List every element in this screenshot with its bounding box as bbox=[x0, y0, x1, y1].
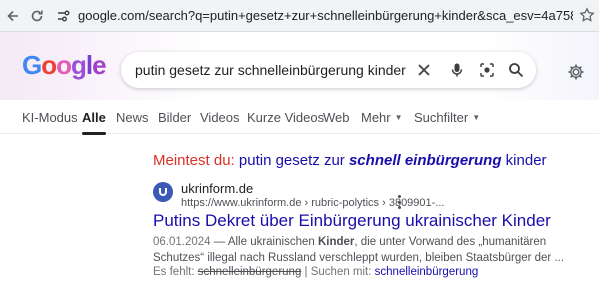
tab-news[interactable]: News bbox=[116, 110, 149, 125]
gear-icon[interactable] bbox=[566, 62, 586, 82]
search-tabs: KI-Modus Alle News Bilder Videos Kurze V… bbox=[0, 100, 599, 135]
search-box[interactable]: putin gesetz zur schnelleinbürgerung kin… bbox=[121, 52, 536, 88]
search-header: Google putin gesetz zur schnelleinbürger… bbox=[0, 32, 599, 100]
close-icon[interactable] bbox=[415, 61, 433, 79]
search-icon[interactable] bbox=[507, 61, 525, 79]
search-input[interactable]: putin gesetz zur schnelleinbürgerung kin… bbox=[135, 62, 406, 78]
result-site-name[interactable]: ukrinform.de bbox=[181, 181, 253, 196]
microphone-icon[interactable] bbox=[448, 61, 466, 79]
must-include-label: | Suchen mit: bbox=[304, 266, 372, 278]
google-logo[interactable]: Google bbox=[22, 50, 107, 81]
tab-web[interactable]: Web bbox=[323, 110, 350, 125]
missing-term: schnelleinbürgerung bbox=[197, 266, 302, 278]
must-include-link[interactable]: schnelleinbürgerung bbox=[375, 266, 479, 278]
result-snippet: 06.01.2024 — Alle ukrainischen Kinder, d… bbox=[153, 236, 565, 264]
tab-mehr[interactable]: Mehr ▼ bbox=[361, 110, 403, 125]
missing-terms: Es fehlt: schnelleinbürgerung | Suchen m… bbox=[153, 266, 478, 278]
tab-alle[interactable]: Alle bbox=[82, 110, 106, 135]
url-field[interactable]: google.com/search?q=putin+gesetz+zur+sch… bbox=[78, 8, 573, 23]
tab-mehr-label: Mehr bbox=[361, 110, 391, 125]
back-arrow-icon[interactable] bbox=[4, 7, 22, 25]
caret-down-icon: ▼ bbox=[472, 113, 481, 122]
suggestion-correction: schnell einbürgerung bbox=[348, 152, 502, 169]
suggestion-part-1: putin gesetz zur bbox=[238, 152, 345, 169]
tab-videos[interactable]: Videos bbox=[200, 110, 240, 125]
more-options-icon[interactable] bbox=[393, 195, 405, 209]
result-title-link[interactable]: Putins Dekret über Einbürgerung ukrainis… bbox=[153, 211, 551, 231]
site-favicon[interactable] bbox=[153, 182, 173, 202]
tab-bilder[interactable]: Bilder bbox=[158, 110, 191, 125]
browser-address-bar: google.com/search?q=putin+gesetz+zur+sch… bbox=[0, 0, 599, 32]
reload-icon[interactable] bbox=[28, 7, 46, 25]
spelling-label: Meintest du: bbox=[153, 152, 235, 169]
result-date: 06.01.2024 bbox=[153, 236, 211, 248]
snippet-highlight: Kinder bbox=[317, 236, 355, 248]
camera-lens-icon[interactable] bbox=[478, 61, 496, 79]
tab-ki-modus[interactable]: KI-Modus bbox=[22, 110, 78, 125]
bookmark-star-icon[interactable] bbox=[578, 6, 596, 24]
missing-label: Es fehlt: bbox=[153, 266, 195, 278]
spelling-suggestion: Meintest du: putin gesetz zur schnell ei… bbox=[153, 152, 547, 169]
caret-down-icon: ▼ bbox=[394, 113, 403, 122]
tab-suchfilter-label: Suchfilter bbox=[414, 110, 469, 125]
tab-kurze-videos[interactable]: Kurze Videos bbox=[247, 110, 324, 125]
site-info-icon[interactable] bbox=[54, 7, 72, 25]
tab-suchfilter[interactable]: Suchfilter ▼ bbox=[414, 110, 480, 125]
suggestion-part-2: kinder bbox=[505, 152, 547, 169]
spelling-suggestion-link[interactable]: putin gesetz zur schnell einbürgerung ki… bbox=[239, 152, 547, 169]
